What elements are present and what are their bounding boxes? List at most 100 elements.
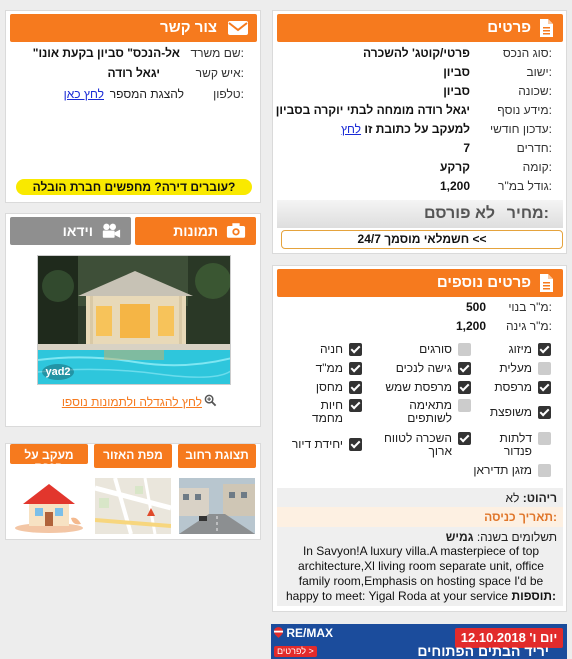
checkbox-balcony[interactable] — [538, 381, 551, 394]
checkbox-pandor-doors[interactable] — [538, 432, 551, 445]
built-size-row: מ"ר בנוי: 500 — [465, 300, 552, 314]
tab-photos[interactable]: תמונות — [135, 217, 256, 245]
feature-label: סורגים — [419, 342, 452, 356]
phone-text: להצגת המספר — [109, 87, 184, 101]
feature-label: חיות מחמד — [311, 398, 343, 425]
show-phone-link[interactable]: לחץ כאן — [64, 85, 104, 103]
detail-row-monthly: עדכון חודשי: למעקב על כתובת זו לחץ — [340, 122, 552, 136]
envelope-icon — [228, 21, 248, 35]
video-camera-icon — [102, 223, 121, 238]
office-value: "אל-הנכס" סביון בקעת אונו — [32, 46, 180, 60]
ad-headline: יריד הבתים הפתוחים — [417, 643, 549, 659]
garden-size-row: מ"ר גינה: 1,200 — [455, 319, 552, 333]
furnished-row: ריהוט: לא — [505, 491, 557, 505]
house-thumbnail[interactable] — [11, 478, 87, 534]
checkbox-safe-room[interactable] — [349, 362, 362, 375]
document-icon — [540, 274, 553, 292]
price-value: לא פורסם — [423, 205, 495, 222]
checkbox-sun-balcony[interactable] — [458, 381, 471, 394]
contact-phone: טלפון: להצגת המספר לחץ כאן — [63, 85, 244, 103]
electrician-button[interactable]: חשמלאי מוסמך 24/7 << — [281, 230, 563, 249]
checkbox-ac[interactable] — [538, 343, 551, 356]
tab-video[interactable]: וידאו — [10, 217, 131, 245]
checkbox-renovated[interactable] — [538, 406, 551, 419]
checkbox-elevator[interactable] — [538, 362, 551, 375]
extra-details-header: פרטים נוספים — [277, 269, 563, 297]
contact-office: שם משרד: "אל-הנכס" סביון בקעת אונו — [32, 46, 244, 60]
detail-row-type: סוג הנכס: פרטי/קוטג' להשכרה — [362, 46, 552, 60]
location-panel: תצוגת רחוב מפת האזור מעקב על הנכס — [5, 443, 261, 540]
detail-row-size: גודל במ"ר: 1,200 — [439, 179, 552, 193]
payments-row: תשלומים בשנה: גמיש — [445, 530, 557, 544]
detail-row-neighborhood: שכונה: סביון — [443, 84, 552, 98]
remax-logo: RE/MAX — [274, 626, 346, 640]
detail-row-info: מידע נוסף: יגאל רודה מומחה לבתי יוקרה בס… — [275, 103, 552, 117]
price-bar: מחיר: לא פורסם — [277, 200, 563, 228]
property-photo[interactable]: yad2 — [37, 255, 231, 385]
checkbox-parking[interactable] — [349, 343, 362, 356]
checkbox-tadiran-ac[interactable] — [538, 464, 551, 477]
feature-label: חניה — [319, 342, 343, 356]
feature-label: מתאימה לשותפים — [407, 398, 452, 425]
monthly-update-value: למעקב על כתובת זו לחץ — [340, 122, 470, 136]
checkbox-pets[interactable] — [349, 399, 362, 412]
size-value: 1,200 — [439, 179, 470, 193]
floor-value: קרקע — [439, 160, 470, 174]
feature-label: מרפסת — [494, 380, 532, 394]
monthly-update-link[interactable]: לחץ — [341, 122, 361, 136]
feature-label: מחסן — [315, 380, 343, 394]
contact-panel: צור קשר שם משרד: "אל-הנכס" סביון בקעת או… — [5, 10, 261, 203]
checkbox-roommates[interactable] — [458, 399, 471, 412]
detail-row-rooms: חדרים: 7 — [463, 141, 552, 155]
feature-label: דלתות פנדור — [499, 431, 532, 458]
balloon-icon — [274, 627, 283, 638]
yad2-watermark: yad2 — [42, 364, 74, 380]
checkbox-long-term[interactable] — [458, 432, 471, 445]
zoom-icon[interactable] — [204, 394, 217, 407]
neighborhood-value: סביון — [443, 84, 470, 98]
tab-area-map[interactable]: מפת האזור — [94, 444, 172, 468]
remax-ad-banner[interactable]: RE/MAX יום ו' 12.10.2018 יריד הבתים הפתו… — [271, 624, 567, 659]
garden-size-value: 1,200 — [455, 319, 486, 333]
description-box: ריהוט: לא תאריך כניסה: תשלומים בשנה: גמי… — [277, 488, 563, 606]
details-panel: פרטים סוג הנכס: פרטי/קוטג' להשכרה ישוב: … — [272, 10, 567, 254]
checkbox-storage[interactable] — [349, 381, 362, 394]
person-value: יגאל רודה — [107, 66, 160, 80]
rooms-value: 7 — [463, 141, 470, 155]
document-icon — [540, 19, 553, 37]
media-panel: תמונות וידאו yad2 לחץ להגדלה ולתמונות נו… — [5, 213, 261, 427]
extra-info-value: יגאל רודה מומחה לבתי יוקרה בסביון — [275, 103, 470, 117]
extra-details-title: פרטים נוספים — [436, 274, 531, 291]
entry-date-row: תאריך כניסה: — [277, 507, 563, 527]
details-title: פרטים — [487, 19, 531, 36]
feature-label: מרפסת שמש — [385, 380, 452, 394]
built-size-value: 500 — [465, 300, 486, 314]
price-label: מחיר: — [506, 205, 549, 222]
feature-label: מיזוג — [508, 342, 532, 356]
moving-banner[interactable]: עוברים דירה? מחפשים חברת הובלה? — [16, 179, 252, 195]
checkbox-bars[interactable] — [458, 343, 471, 356]
contact-person: איש קשר: יגאל רודה — [107, 66, 244, 80]
feature-label: ממ"ד — [315, 361, 343, 375]
contact-header: צור קשר — [10, 14, 257, 42]
tab-track-property[interactable]: מעקב על הנכס — [10, 444, 88, 464]
checkbox-accessible[interactable] — [458, 362, 471, 375]
tab-street-view[interactable]: תצוגת רחוב — [178, 444, 256, 468]
detail-row-city: ישוב: סביון — [443, 65, 552, 79]
checkbox-housing-unit[interactable] — [349, 438, 362, 451]
detail-row-floor: קומה: קרקע — [439, 160, 552, 174]
street-view-thumbnail[interactable] — [179, 478, 255, 534]
feature-label: גישה לנכים — [395, 361, 452, 375]
feature-label: מזגן תדיראן — [473, 463, 532, 477]
ad-cta-button[interactable]: לפרטים > — [274, 646, 317, 657]
extra-details-panel: פרטים נוספים מ"ר בנוי: 500 מ"ר גינה: 1,2… — [272, 265, 567, 612]
feature-label: משופצת — [489, 405, 532, 419]
area-map-thumbnail[interactable] — [95, 478, 171, 534]
feature-label: מעלית — [499, 361, 532, 375]
city-value: סביון — [443, 65, 470, 79]
camera-icon — [226, 223, 246, 238]
enlarge-photos-link[interactable]: לחץ להגדלה ולתמונות נוספו — [62, 395, 202, 409]
contact-title: צור קשר — [160, 19, 217, 36]
details-header: פרטים — [277, 14, 563, 42]
additions-text: In Savyon!A luxury villa.A masterpiece o… — [285, 544, 557, 603]
